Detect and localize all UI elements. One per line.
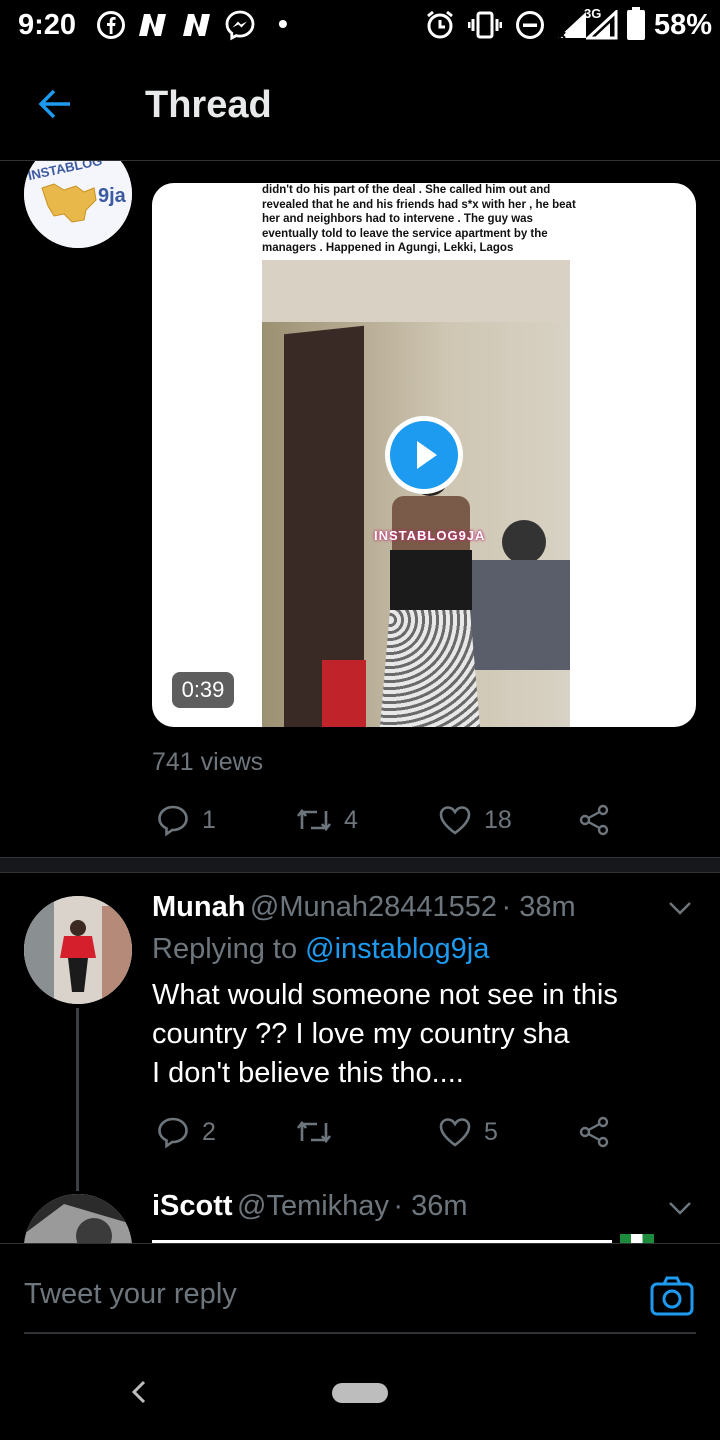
- nav-home-pill[interactable]: [332, 1383, 388, 1403]
- like-count: 5: [484, 1117, 498, 1146]
- reply-count: 1: [202, 805, 216, 834]
- reply-text-line: country ?? I love my country sha: [152, 1018, 570, 1050]
- play-icon: [417, 441, 437, 469]
- reply-icon: [158, 805, 188, 837]
- like-count: 18: [484, 805, 512, 834]
- reply-count: 2: [202, 1117, 216, 1146]
- reply-action[interactable]: 1: [156, 803, 216, 837]
- video-watermark: INSTABLOG9JA: [374, 528, 486, 543]
- news-app-icon-2: [183, 14, 210, 36]
- user-display-name[interactable]: Munah: [152, 891, 245, 923]
- replying-prefix: Replying to: [152, 933, 298, 965]
- like-icon: [439, 806, 471, 835]
- reply-header: iScott @Temikhay · 36m: [152, 1190, 468, 1223]
- system-nav-bar: [0, 1353, 720, 1440]
- user-handle[interactable]: @Munah28441552: [250, 891, 497, 923]
- vibrate-icon: [468, 11, 502, 39]
- camera-icon[interactable]: [648, 1272, 696, 1320]
- alarm-icon: [427, 10, 453, 39]
- section-divider: [0, 857, 720, 873]
- replying-to-link[interactable]: @instablog9ja: [305, 933, 489, 965]
- like-icon: [439, 1118, 471, 1147]
- do-not-disturb-icon: [516, 11, 544, 39]
- scene-person-top: [390, 550, 472, 610]
- retweet-action[interactable]: [296, 1115, 344, 1149]
- share-icon: [579, 804, 609, 836]
- reply-text-line: I don't believe this tho....: [152, 1057, 464, 1089]
- reply-text-clipped: [152, 1230, 672, 1243]
- scene-shelf: [462, 560, 570, 670]
- user-display-name[interactable]: iScott: [152, 1190, 233, 1222]
- replying-to-line: Replying to @instablog9ja: [152, 933, 489, 966]
- user-handle[interactable]: @Temikhay: [237, 1190, 389, 1222]
- scene-red-bag: [322, 660, 366, 727]
- avatar[interactable]: [24, 1194, 132, 1243]
- input-underline: [24, 1332, 696, 1334]
- scene-ceiling: [262, 260, 570, 322]
- play-button[interactable]: [385, 416, 463, 494]
- back-arrow-icon[interactable]: [36, 84, 76, 124]
- scene-person-skirt: [380, 610, 480, 727]
- reply-action[interactable]: 2: [156, 1115, 216, 1149]
- chevron-down-icon[interactable]: [666, 1194, 694, 1222]
- reply-compose-bar: Tweet your reply: [0, 1243, 720, 1354]
- video-frame: INSTABLOG9JA: [262, 260, 570, 727]
- reply-header: Munah @Munah28441552 · 38m: [152, 891, 576, 924]
- user-photo-icon: [24, 1194, 132, 1243]
- news-app-icon: [139, 14, 166, 36]
- reply-text-line: What would someone not see in this: [152, 979, 618, 1011]
- video-duration: 0:39: [172, 672, 234, 708]
- nigeria-flag-emoji: [620, 1234, 654, 1243]
- app-header: Thread: [0, 52, 720, 161]
- thread-connector-line: [76, 1008, 79, 1191]
- tweet-time: · 38m: [501, 891, 576, 923]
- nav-back-icon[interactable]: [128, 1379, 150, 1405]
- reply-tweet-clipped[interactable]: iScott @Temikhay · 36m: [0, 1180, 720, 1243]
- svg-text:9ja: 9ja: [98, 185, 127, 207]
- tweet-time: · 36m: [393, 1190, 468, 1222]
- share-icon: [579, 1116, 609, 1148]
- more-notifications-dot: •: [278, 8, 288, 39]
- like-action[interactable]: 18: [438, 803, 512, 837]
- play-icon-bg: [390, 421, 458, 489]
- battery-icon: [627, 7, 645, 40]
- reply-input[interactable]: Tweet your reply: [24, 1278, 237, 1311]
- chevron-down-icon[interactable]: [666, 894, 694, 922]
- retweet-count: 4: [344, 805, 358, 834]
- avatar[interactable]: [24, 896, 132, 1004]
- user-photo-icon: [24, 896, 132, 1004]
- reply-icon: [158, 1117, 188, 1149]
- retweet-icon: [296, 808, 332, 832]
- battery-percentage: 58%: [654, 9, 713, 41]
- page-title: Thread: [145, 84, 272, 126]
- reply-text: What would someone not see in this count…: [152, 976, 692, 1093]
- share-action[interactable]: [578, 1115, 624, 1149]
- share-action[interactable]: [578, 803, 624, 837]
- messenger-icon: [225, 10, 255, 41]
- facebook-notification-icon: [97, 11, 125, 39]
- retweet-action[interactable]: 4: [296, 803, 358, 837]
- view-count: 741 views: [152, 748, 264, 776]
- like-action[interactable]: 5: [438, 1115, 498, 1149]
- retweet-icon: [296, 1120, 332, 1144]
- signal-icon-2: [586, 10, 618, 40]
- scene-fan: [502, 520, 546, 564]
- video-caption: didn't do his part of the deal . She cal…: [262, 184, 576, 254]
- status-bar: 9:20 • 3G 58%: [0, 0, 720, 52]
- status-time: 9:20: [18, 9, 77, 41]
